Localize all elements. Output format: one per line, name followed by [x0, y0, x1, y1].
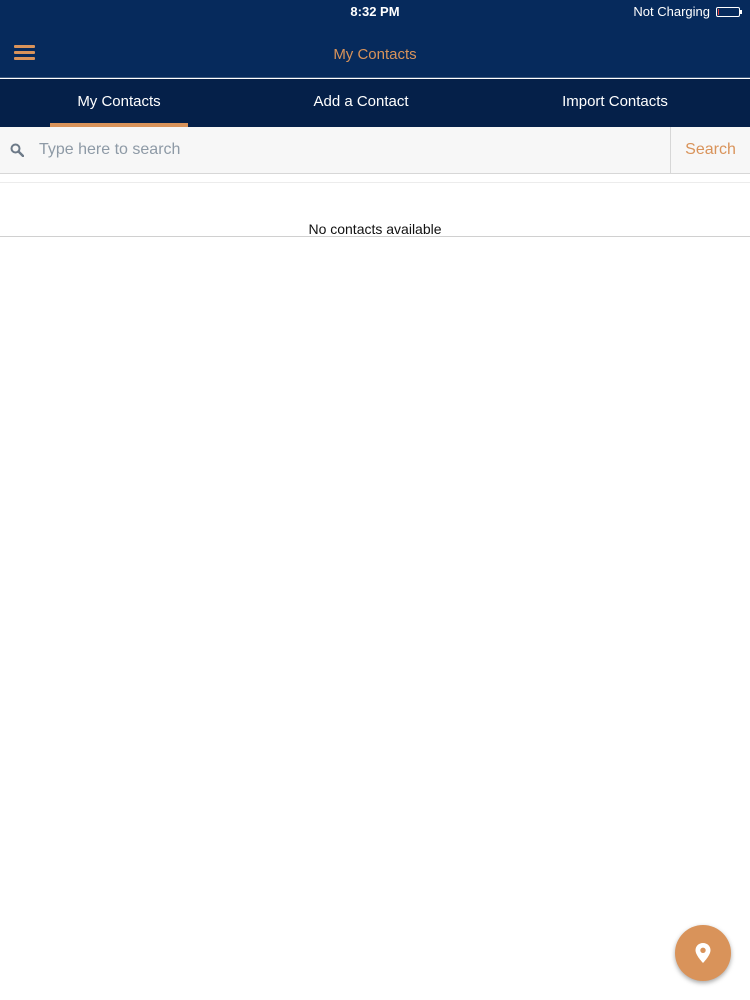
search-icon	[10, 143, 24, 157]
location-pin-icon	[695, 943, 711, 963]
divider	[0, 236, 750, 237]
tab-add-a-contact[interactable]: Add a Contact	[290, 79, 432, 127]
location-fab-button[interactable]	[675, 925, 731, 981]
status-bar: 8:32 PM Not Charging	[0, 0, 750, 22]
divider	[0, 182, 750, 183]
status-right: Not Charging	[633, 4, 744, 19]
contacts-screen: 8:32 PM Not Charging My Contacts My Cont…	[0, 0, 750, 1000]
tab-bar: My Contacts Add a Contact Import Contact…	[0, 79, 750, 127]
nav-bar: My Contacts	[0, 22, 750, 78]
search-input[interactable]	[30, 127, 669, 173]
search-button[interactable]: Search	[670, 127, 750, 173]
battery-icon	[716, 6, 742, 17]
search-bar: Search	[0, 127, 750, 174]
tab-import-contacts[interactable]: Import Contacts	[548, 79, 682, 127]
empty-state-message: No contacts available	[308, 221, 442, 237]
battery-status-text: Not Charging	[633, 4, 710, 19]
page-title: My Contacts	[333, 46, 417, 63]
tab-my-contacts[interactable]: My Contacts	[50, 79, 188, 127]
